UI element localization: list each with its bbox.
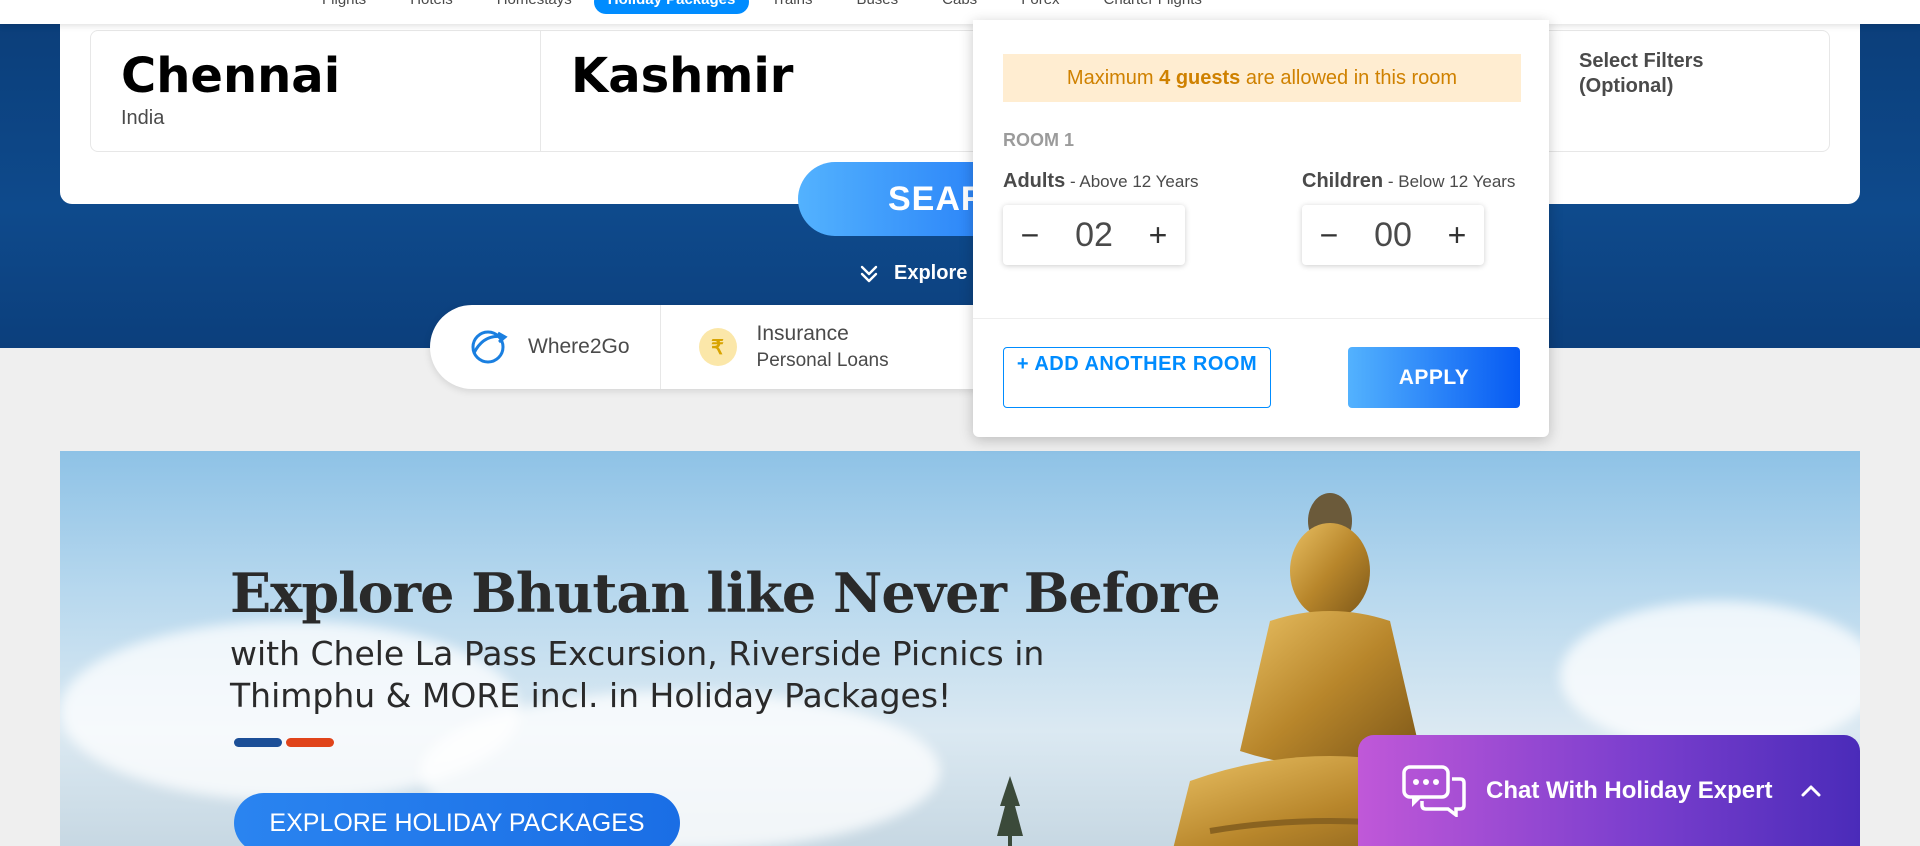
nav-tab-hotels[interactable]: Hotels bbox=[388, 0, 475, 14]
search-fields: Chennai India Kashmir Select Filters (Op… bbox=[90, 30, 1830, 152]
banner-title: Explore Bhutan like Never Before bbox=[230, 561, 1221, 625]
notice-prefix: Maximum bbox=[1066, 67, 1160, 89]
banner-subtitle: with Chele La Pass Excursion, Riverside … bbox=[230, 634, 1045, 715]
to-city: Kashmir bbox=[571, 48, 794, 104]
nav-tab-trains[interactable]: Trains bbox=[749, 0, 834, 14]
adults-hint: - Above 12 Years bbox=[1065, 172, 1199, 191]
nav-tabs: FlightsHotelsHomestaysHoliday PackagesTr… bbox=[300, 0, 1224, 14]
from-city: Chennai bbox=[121, 48, 341, 104]
from-city-field[interactable]: Chennai India bbox=[91, 31, 541, 151]
children-title: Children - Below 12 Years bbox=[1302, 170, 1515, 193]
adults-label: Adults bbox=[1003, 170, 1066, 192]
cloud-decoration bbox=[1560, 601, 1860, 751]
children-increment-button[interactable]: + bbox=[1442, 217, 1472, 254]
children-stepper: − 00 + bbox=[1302, 205, 1484, 265]
quick-link-sublabel: Personal Loans bbox=[756, 350, 889, 371]
add-another-room-button[interactable]: + ADD ANOTHER ROOM bbox=[1003, 347, 1271, 408]
adults-stepper: − 02 + bbox=[1003, 205, 1185, 265]
nav-tab-cabs[interactable]: Cabs bbox=[920, 0, 999, 14]
adults-title: Adults - Above 12 Years bbox=[1003, 170, 1199, 193]
adults-increment-button[interactable]: + bbox=[1143, 217, 1173, 254]
from-country: India bbox=[121, 107, 165, 129]
children-hint: - Below 12 Years bbox=[1383, 172, 1516, 191]
chat-label: Chat With Holiday Expert bbox=[1486, 776, 1773, 804]
tree-silhouette bbox=[997, 776, 1023, 846]
quick-link-insurance[interactable]: ₹ Insurance Personal Loans bbox=[661, 305, 919, 389]
children-decrement-button[interactable]: − bbox=[1314, 217, 1344, 254]
filters-label: Select Filters (Optional) bbox=[1579, 50, 1704, 97]
notice-bold: 4 guests bbox=[1159, 67, 1241, 89]
nav-tab-forex[interactable]: Forex bbox=[999, 0, 1081, 14]
chat-widget[interactable]: Chat With Holiday Expert bbox=[1358, 735, 1860, 846]
money-bag-icon: ₹ bbox=[698, 328, 737, 366]
adults-group: Adults - Above 12 Years − 02 + bbox=[1003, 170, 1199, 265]
to-city-field[interactable]: Kashmir bbox=[541, 31, 1041, 151]
banner-dash-orange bbox=[286, 738, 334, 747]
children-count: 00 bbox=[1374, 215, 1412, 254]
popup-divider bbox=[973, 318, 1549, 319]
nav-tab-holiday-packages[interactable]: Holiday Packages bbox=[593, 0, 750, 14]
chat-bubbles-icon bbox=[1402, 764, 1466, 817]
where2go-icon bbox=[471, 330, 508, 364]
top-navigation: FlightsHotelsHomestaysHoliday PackagesTr… bbox=[0, 0, 1920, 24]
banner-dash-blue bbox=[234, 738, 282, 747]
adults-decrement-button[interactable]: − bbox=[1015, 217, 1045, 254]
double-chevron-down-icon bbox=[860, 265, 878, 282]
explore-holiday-packages-button[interactable]: EXPLORE HOLIDAY PACKAGES bbox=[234, 793, 680, 846]
adults-count: 02 bbox=[1075, 215, 1113, 254]
room-label: ROOM 1 bbox=[1003, 130, 1075, 150]
max-guests-notice: Maximum 4 guests are allowed in this roo… bbox=[1003, 54, 1521, 102]
notice-suffix: are allowed in this room bbox=[1240, 67, 1458, 89]
nav-tab-flights[interactable]: Flights bbox=[300, 0, 388, 14]
chevron-up-icon[interactable] bbox=[1800, 784, 1822, 798]
quick-link-label: Insurance bbox=[756, 322, 849, 345]
quick-link-label: Where2Go bbox=[528, 335, 630, 358]
apply-button[interactable]: APPLY bbox=[1348, 347, 1520, 408]
filters-field[interactable]: Select Filters (Optional) bbox=[1549, 31, 1829, 151]
nav-tab-charter-flights[interactable]: Charter Flights bbox=[1082, 0, 1224, 14]
children-group: Children - Below 12 Years − 00 + bbox=[1302, 170, 1515, 265]
room-guests-popup: Maximum 4 guests are allowed in this roo… bbox=[973, 20, 1549, 437]
quick-links: Where2Go ₹ Insurance Personal Loans bbox=[430, 305, 1050, 389]
children-label: Children bbox=[1302, 170, 1384, 192]
quick-link-where2go[interactable]: Where2Go bbox=[430, 305, 661, 389]
nav-tab-buses[interactable]: Buses bbox=[834, 0, 920, 14]
nav-tab-homestays[interactable]: Homestays bbox=[475, 0, 594, 14]
